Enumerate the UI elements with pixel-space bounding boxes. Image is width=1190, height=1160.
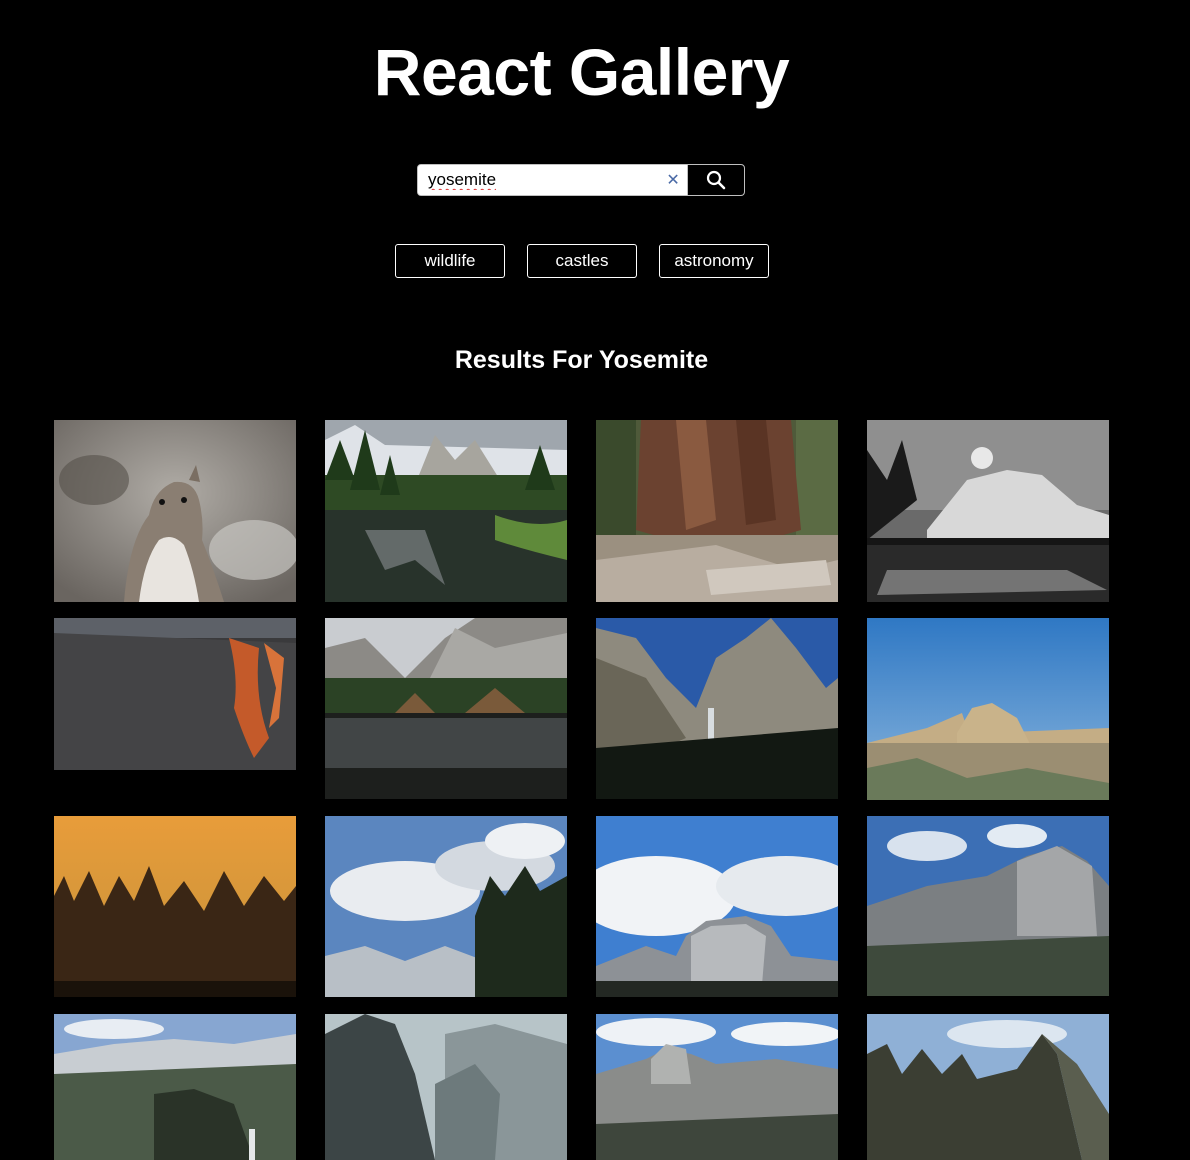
gallery-photo[interactable]: [867, 1014, 1109, 1160]
search-icon: [706, 170, 726, 190]
nav-link-astronomy[interactable]: astronomy: [659, 244, 769, 278]
gallery-photo[interactable]: [596, 618, 838, 799]
gallery-photo[interactable]: [325, 618, 567, 799]
gallery-photo[interactable]: [325, 1014, 567, 1160]
gallery-photo[interactable]: [54, 618, 296, 770]
page-title: React Gallery: [373, 35, 790, 109]
gallery-photo[interactable]: [54, 816, 296, 997]
gallery-photo[interactable]: [596, 420, 838, 602]
search-button[interactable]: [687, 165, 744, 195]
gallery-photo[interactable]: [867, 618, 1109, 800]
search-input[interactable]: [418, 165, 659, 195]
nav-link-wildlife[interactable]: wildlife: [395, 244, 505, 278]
gallery-photo[interactable]: [325, 420, 567, 602]
gallery-photo[interactable]: [867, 420, 1109, 602]
gallery-photo[interactable]: [867, 816, 1109, 996]
gallery-photo[interactable]: [54, 1014, 296, 1160]
close-icon[interactable]: ✕: [659, 165, 688, 195]
search-form: ✕: [417, 164, 745, 196]
nav-link-castles[interactable]: castles: [527, 244, 637, 278]
gallery-photo[interactable]: [325, 816, 567, 997]
gallery-photo[interactable]: [596, 1014, 838, 1160]
gallery-photo[interactable]: [596, 816, 838, 997]
gallery-photo[interactable]: [54, 420, 296, 602]
results-heading: Results For Yosemite: [454, 346, 709, 374]
